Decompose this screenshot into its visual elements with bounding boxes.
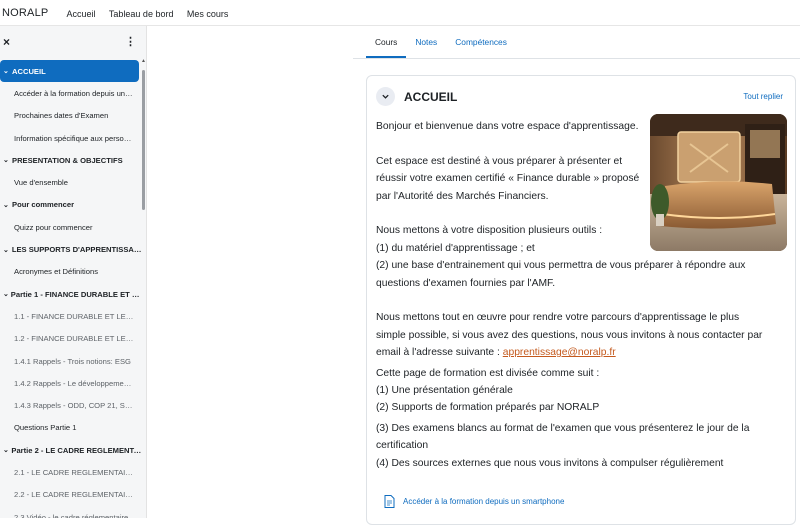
intro-line: Bonjour et bienvenue dans votre espace d… — [376, 121, 639, 132]
summary-line: (2) une base d'entrainement qui vous per… — [376, 260, 746, 272]
summary-line: certification — [376, 440, 429, 452]
drawer-scrollbar[interactable]: ▲ ▼ — [141, 58, 146, 518]
tab-competences[interactable]: Compétences — [446, 26, 516, 58]
summary-line: (2) Supports de formation préparés par N… — [376, 402, 600, 414]
course-index-item[interactable]: 1.1 - FINANCE DURABLE ET LES ENJEUX — [0, 305, 142, 327]
chevron-down-icon[interactable]: ⌄ — [3, 67, 12, 75]
section-label: PRESENTATION & OBJECTIFS — [12, 155, 123, 165]
summary-line: Cette page de formation est divisée comm… — [376, 367, 600, 379]
course-index-item[interactable]: 1.4.2 Rappels - Le développement durable — [0, 372, 142, 394]
course-index: ⌄ ACCUEIL Accéder à la formation depuis un… — [0, 60, 142, 518]
section-label: Partie 1 - FINANCE DURABLE ET ENJEUX — [10, 289, 142, 299]
summary-line: (1) du matériel d'apprentissage ; et — [376, 242, 535, 254]
chevron-down-icon[interactable]: ⌄ — [3, 201, 12, 209]
section-title: ACCUEIL — [404, 89, 458, 104]
course-index-section[interactable]: ⌄ Pour commencer — [0, 194, 142, 216]
section-label: Partie 2 - LE CADRE REGLEMENTAIRE — [11, 445, 142, 455]
item-label: Acronymes et Définitions — [14, 267, 98, 277]
item-label: 2.3 Vidéo - le cadre réglementaire — [14, 512, 129, 518]
course-index-section[interactable]: ⌄ ACCUEIL — [0, 60, 139, 83]
nav-home[interactable]: Accueil — [66, 9, 95, 19]
contact-email-link[interactable]: apprentissage@noralp.fr — [503, 347, 616, 358]
course-index-section[interactable]: ⌄ PRESENTATION & OBJECTIFS — [0, 149, 142, 171]
summary-line: simple possible, si vous avez des questi… — [376, 329, 763, 341]
course-index-section[interactable]: ⌄ LES SUPPORTS D'APPRENTISSAGE — [0, 238, 142, 260]
email-prefix: email à l'adresse suivante : — [376, 347, 503, 359]
course-index-item[interactable]: Acronymes et Définitions — [0, 261, 142, 283]
course-index-item[interactable]: 1.2 - FINANCE DURABLE ET LES ACTEURS — [0, 328, 142, 350]
summary-line: Cet espace est destiné à vous préparer à… — [376, 155, 623, 167]
item-label: 1.1 - FINANCE DURABLE ET LES ENJEUX — [14, 311, 134, 321]
scroll-up-icon[interactable]: ▲ — [141, 58, 146, 64]
tab-cours[interactable]: Cours — [366, 26, 407, 58]
chevron-down-icon[interactable]: ⌄ — [3, 156, 12, 164]
activity-link[interactable]: Accéder à la formation depuis un smartph… — [403, 497, 564, 506]
summary-line: réussir votre examen certifié « Finance … — [376, 173, 640, 185]
page-icon — [384, 495, 395, 508]
collapse-section-button[interactable] — [376, 87, 395, 106]
summary-line: (4) Des sources externes que nous vous i… — [376, 457, 724, 469]
top-navbar: NORALP Accueil Tableau de bord Mes cours — [0, 0, 800, 26]
course-index-item[interactable]: 2.2 - LE CADRE REGLEMENTAIRE FRANCAIS — [0, 484, 142, 506]
close-icon[interactable]: × — [3, 35, 10, 49]
item-label: Accéder à la formation depuis un smartph… — [14, 88, 134, 98]
summary-line: (1) Une présentation générale — [376, 385, 513, 397]
site-brand[interactable]: NORALP — [0, 7, 48, 19]
section-summary: Bonjour et bienvenue dans votre espace d… — [376, 118, 786, 472]
section-label: LES SUPPORTS D'APPRENTISSAGE — [11, 245, 142, 255]
item-label: Information spécifique aux personnes — [14, 133, 134, 143]
drawer-header: × ⋮ — [0, 26, 146, 58]
summary-line: Nous mettons tout en œuvre pour rendre v… — [376, 312, 740, 324]
nav-my-courses[interactable]: Mes cours — [187, 9, 229, 19]
section-card-accueil: ACCUEIL Tout replier Bonjour et bienvenu… — [366, 75, 796, 525]
summary-line: questions d'examen fournies par l'AMF. — [376, 277, 556, 289]
course-index-section[interactable]: ⌄ Partie 2 - LE CADRE REGLEMENTAIRE — [0, 439, 142, 461]
item-label: 1.4.1 Rappels - Trois notions: ESG — [14, 356, 131, 366]
activity-smartphone-access[interactable]: Accéder à la formation depuis un smartph… — [384, 495, 564, 508]
item-label: 2.1 - LE CADRE REGLEMENTAIRE EUROPEEN — [14, 467, 134, 477]
summary-line: par l'Autorité des Marchés Financiers. — [376, 190, 549, 202]
chevron-down-icon[interactable]: ⌄ — [3, 446, 11, 454]
collapse-all-link[interactable]: Tout replier — [743, 92, 783, 101]
course-index-item[interactable]: Information spécifique aux personnes — [0, 127, 142, 149]
course-index-item[interactable]: Accéder à la formation depuis un smartph… — [0, 82, 142, 104]
tabs-divider — [353, 58, 800, 59]
item-label: Prochaines dates d'Examen — [14, 111, 109, 121]
primary-nav: Accueil Tableau de bord Mes cours — [66, 4, 237, 22]
section-header: ACCUEIL — [376, 87, 457, 106]
scrollbar-thumb[interactable] — [142, 70, 145, 210]
chevron-down-icon[interactable]: ⌄ — [3, 246, 12, 254]
tab-notes[interactable]: Notes — [406, 26, 446, 58]
item-label: 1.4.2 Rappels - Le développement durable — [14, 378, 134, 388]
section-label: Pour commencer — [12, 200, 75, 210]
course-tabs: Cours Notes Compétences — [366, 26, 516, 58]
nav-dashboard[interactable]: Tableau de bord — [109, 9, 174, 19]
course-index-drawer: × ⋮ ⌄ ACCUEIL Accéder à la formation depui… — [0, 26, 147, 518]
course-index-item[interactable]: 1.4.3 Rappels - ODD, COP 21, SFDR — [0, 394, 142, 416]
summary-line: (3) Des examens blancs au format de l'ex… — [376, 422, 750, 434]
item-label: Vue d'ensemble — [14, 178, 68, 188]
course-index-item[interactable]: Vue d'ensemble — [0, 171, 142, 193]
course-index-item[interactable]: Quizz pour commencer — [0, 216, 142, 238]
item-label: Questions Partie 1 — [14, 423, 77, 433]
course-index-item[interactable]: Prochaines dates d'Examen — [0, 105, 142, 127]
item-label: 2.2 - LE CADRE REGLEMENTAIRE FRANCAIS — [14, 490, 134, 500]
kebab-menu-icon[interactable]: ⋮ — [125, 36, 136, 48]
summary-line: email à l'adresse suivante : apprentissa… — [376, 344, 786, 361]
chevron-down-icon[interactable]: ⌄ — [3, 290, 11, 298]
course-index-item[interactable]: Questions Partie 1 — [0, 417, 142, 439]
summary-line: Nous mettons à votre disposition plusieu… — [376, 225, 603, 237]
item-label: 1.2 - FINANCE DURABLE ET LES ACTEURS — [14, 334, 134, 344]
course-index-section[interactable]: ⌄Partie 1 - FINANCE DURABLE ET ENJEUX — [0, 283, 142, 305]
course-index-item[interactable]: 2.3 Vidéo - le cadre réglementaire — [0, 506, 142, 518]
chevron-down-icon — [382, 94, 389, 99]
section-label: ACCUEIL — [12, 66, 46, 76]
item-label: Quizz pour commencer — [14, 222, 93, 232]
item-label: 1.4.3 Rappels - ODD, COP 21, SFDR — [14, 401, 134, 411]
course-index-item[interactable]: 2.1 - LE CADRE REGLEMENTAIRE EUROPEEN — [0, 461, 142, 483]
course-index-item[interactable]: 1.4.1 Rappels - Trois notions: ESG — [0, 350, 142, 372]
